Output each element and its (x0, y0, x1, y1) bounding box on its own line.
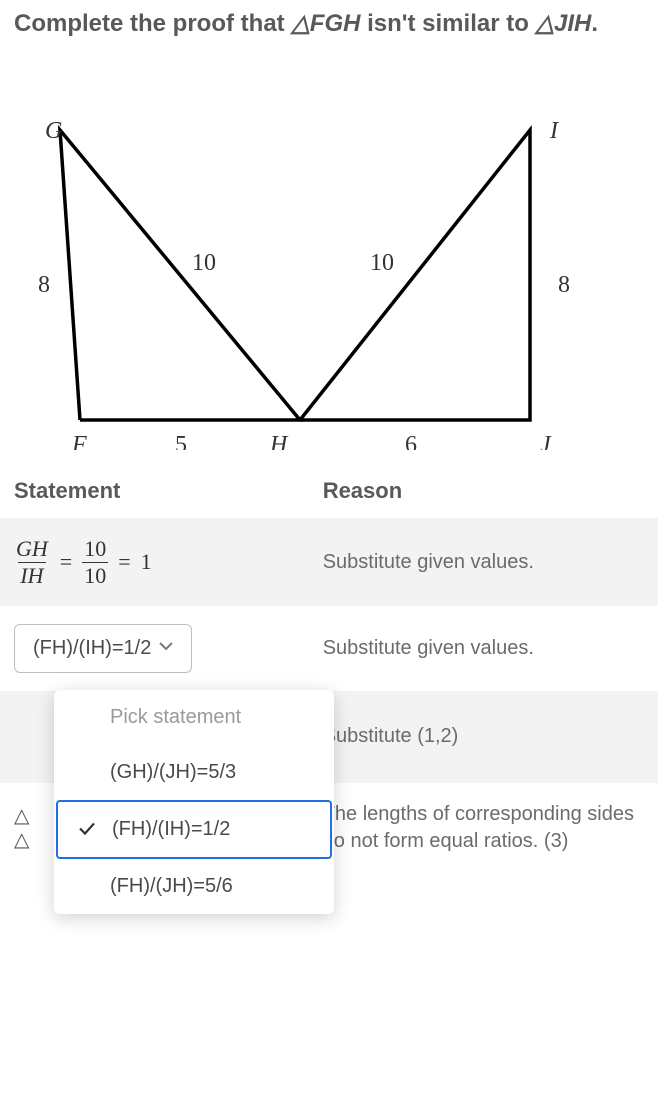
triangles-figure: G I F H J 8 10 10 8 5 6 (10, 60, 610, 450)
table-header: Statement Reason (0, 460, 658, 518)
prompt-tri-2: △JIH (536, 10, 592, 37)
dropdown-option-3[interactable]: (FH)/(JH)=5/6 (54, 859, 334, 914)
proof-table: Statement Reason GH IH = 10 10 = 1 (0, 460, 658, 873)
dropdown-option-2[interactable]: (FH)/(IH)=1/2 (56, 800, 332, 859)
triangle-icon: △ (14, 806, 29, 826)
prompt-prefix: Complete the proof that (14, 10, 291, 37)
dropdown-option-1[interactable]: (GH)/(JH)=5/3 (54, 745, 334, 800)
side-ij: 8 (558, 272, 570, 298)
reason-3: Substitute (1,2) (323, 723, 644, 750)
frac-num-gh: GH (14, 536, 50, 561)
vertex-g: G (45, 118, 62, 144)
side-gf: 8 (38, 272, 50, 298)
reason-1: Substitute given values. (323, 549, 644, 576)
reason-2: Substitute given values. (323, 635, 644, 662)
statement-1: GH IH = 10 10 = 1 (14, 536, 152, 588)
rhs-1: 1 (141, 549, 152, 575)
side-ih: 10 (370, 250, 394, 276)
reason-4: The lengths of corresponding sides do no… (323, 801, 644, 855)
equals-1: = (60, 549, 72, 575)
side-gh: 10 (192, 250, 216, 276)
statement-dropdown[interactable]: Pick statement (GH)/(JH)=5/3 (FH)/(IH)=1… (54, 690, 334, 914)
prompt-mid: isn't similar to (360, 10, 535, 37)
frac-num-10a: 10 (82, 536, 108, 561)
header-reason: Reason (323, 478, 644, 504)
vertex-j: J (540, 432, 552, 450)
vertex-h: H (269, 432, 289, 450)
header-statement: Statement (14, 478, 323, 504)
side-fh: 5 (175, 432, 187, 450)
proof-row-2: (FH)/(IH)=1/2 Substitute given values. (0, 606, 658, 691)
check-icon (78, 818, 96, 841)
vertex-i: I (549, 118, 559, 144)
side-hj: 6 (405, 432, 417, 450)
prompt-suffix: . (591, 10, 598, 37)
triangle-icon: △ (14, 830, 29, 850)
chevron-down-icon (159, 641, 173, 651)
dropdown-placeholder[interactable]: Pick statement (54, 690, 334, 745)
frac-den-ih: IH (18, 562, 45, 588)
vertex-f: F (71, 432, 87, 450)
frac-den-10b: 10 (82, 562, 108, 588)
prompt-text: Complete the proof that △FGH isn't simil… (0, 0, 658, 40)
proof-row-1: GH IH = 10 10 = 1 Substitute given value… (0, 518, 658, 606)
prompt-tri-1: △FGH (291, 10, 360, 37)
dropdown-option-2-label: (FH)/(IH)=1/2 (112, 818, 230, 840)
statement-2-select[interactable]: (FH)/(IH)=1/2 (14, 624, 192, 673)
triangle-icon-stack: △ △ (14, 806, 29, 850)
statement-2-value: (FH)/(IH)=1/2 (33, 637, 151, 660)
equals-2: = (118, 549, 130, 575)
